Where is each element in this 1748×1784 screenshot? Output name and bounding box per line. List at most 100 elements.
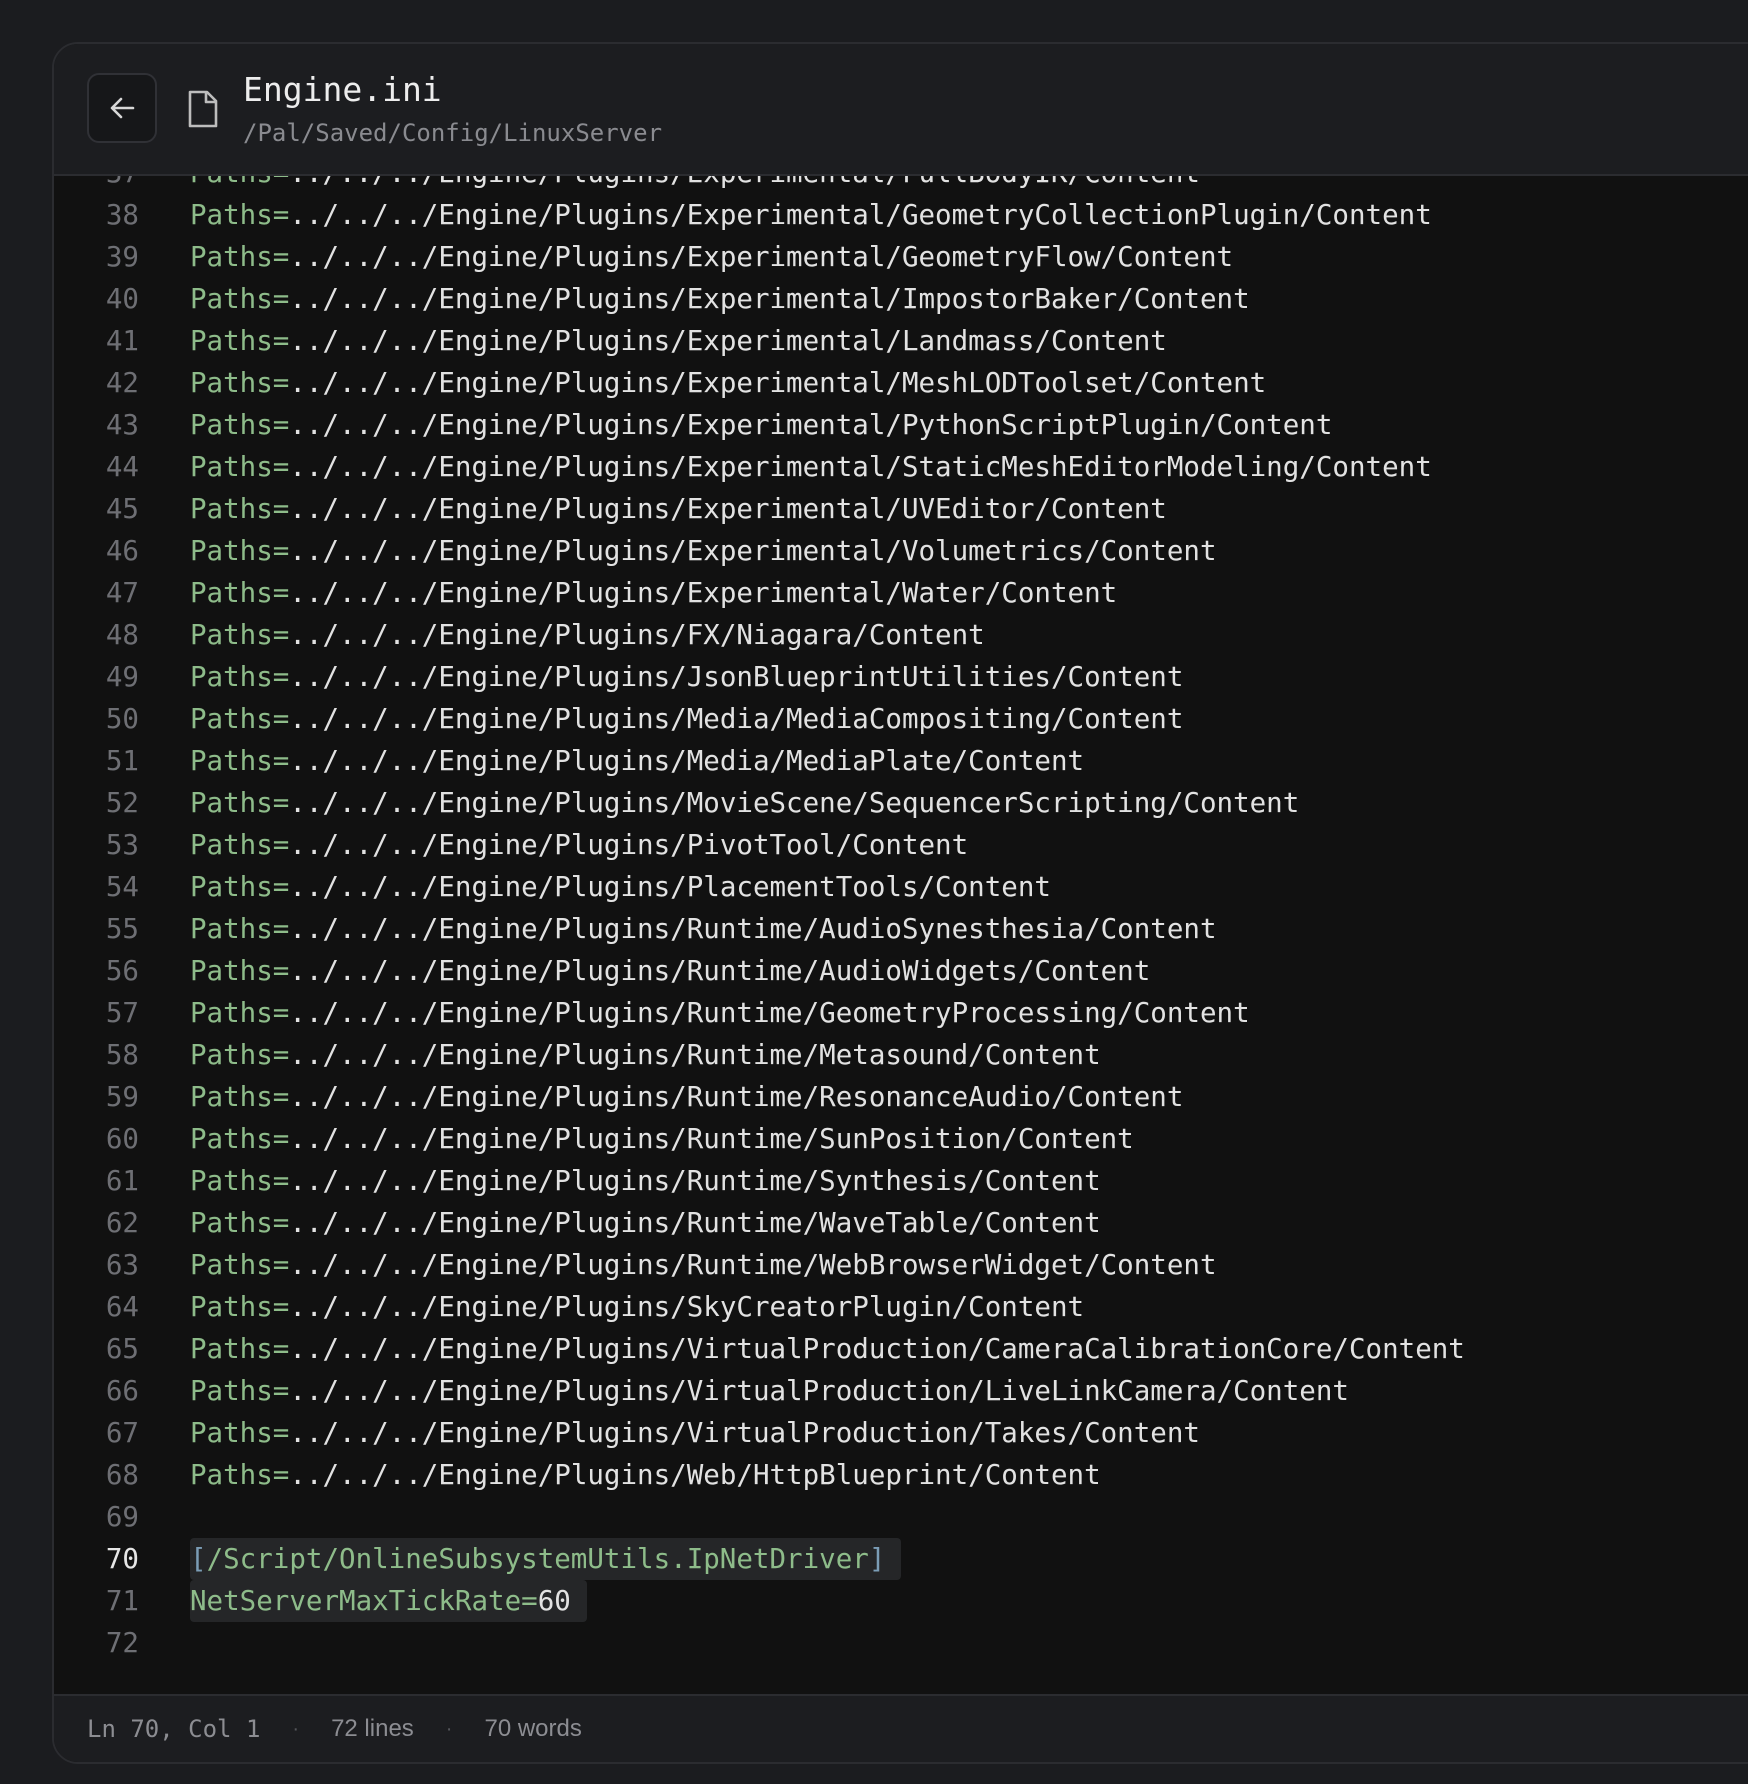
code-line[interactable]: 38 Paths=../../../Engine/Plugins/Experime… — [54, 194, 1748, 236]
config-value: ../../../Engine/Plugins/Experimental/Geo… — [289, 241, 1234, 273]
code-line[interactable]: 42 Paths=../../../Engine/Plugins/Experime… — [54, 362, 1748, 404]
code-line[interactable]: 52 Paths=../../../Engine/Plugins/MovieSce… — [54, 782, 1748, 824]
config-value: ../../../Engine/Plugins/Runtime/Synthesi… — [289, 1165, 1101, 1197]
code-line[interactable]: 70 [/Script/OnlineSubsystemUtils.IpNetDri… — [54, 1538, 1748, 1580]
config-key: Paths — [190, 955, 273, 987]
config-value: ../../../Engine/Plugins/Runtime/Geometry… — [289, 997, 1250, 1029]
config-value: ../../../Engine/Plugins/Experimental/UVE… — [289, 493, 1167, 525]
line-number: 60 — [105, 1123, 139, 1155]
code-line[interactable]: 54 Paths=../../../Engine/Plugins/Placemen… — [54, 866, 1748, 908]
code-line[interactable]: 53 Paths=../../../Engine/Plugins/PivotToo… — [54, 824, 1748, 866]
code-line[interactable]: 47 Paths=../../../Engine/Plugins/Experime… — [54, 572, 1748, 614]
code-line[interactable]: 59 Paths=../../../Engine/Plugins/Runtime/… — [54, 1076, 1748, 1118]
file-path: /Pal/Saved/Config/LinuxServer — [243, 119, 663, 147]
code-line[interactable]: 68 Paths=../../../Engine/Plugins/Web/Http… — [54, 1454, 1748, 1496]
equals-sign: = — [272, 745, 290, 777]
config-key: Paths — [190, 1459, 273, 1491]
config-value: ../../../Engine/Plugins/JsonBlueprintUti… — [289, 661, 1184, 693]
code-line[interactable]: 56 Paths=../../../Engine/Plugins/Runtime/… — [54, 950, 1748, 992]
code-line[interactable]: 62 Paths=../../../Engine/Plugins/Runtime/… — [54, 1202, 1748, 1244]
code-line[interactable]: 44 Paths=../../../Engine/Plugins/Experime… — [54, 446, 1748, 488]
code-line[interactable]: 39 Paths=../../../Engine/Plugins/Experime… — [54, 236, 1748, 278]
code-line[interactable]: 46 Paths=../../../Engine/Plugins/Experime… — [54, 530, 1748, 572]
line-content: Paths=../../../Engine/Plugins/Experiment… — [190, 194, 1432, 236]
equals-sign: = — [272, 241, 290, 273]
code-line[interactable]: 58 Paths=../../../Engine/Plugins/Runtime/… — [54, 1034, 1748, 1076]
line-content: Paths=../../../Engine/Plugins/Experiment… — [190, 446, 1432, 488]
config-key: Paths — [190, 409, 273, 441]
config-value: ../../../Engine/Plugins/SkyCreatorPlugin… — [289, 1291, 1085, 1323]
config-value: ../../../Engine/Plugins/Experimental/Pyt… — [289, 409, 1333, 441]
line-number: 37 — [74, 176, 139, 194]
code-line[interactable]: 65 Paths=../../../Engine/Plugins/VirtualP… — [54, 1328, 1748, 1370]
line-content: Paths=../../../Engine/Plugins/PlacementT… — [190, 866, 1051, 908]
line-content: Paths=../../../Engine/Plugins/FX/Niagara… — [190, 614, 985, 656]
line-number: 40 — [105, 283, 139, 315]
equals-sign: = — [272, 661, 290, 693]
editor-panel: Engine.ini /Pal/Saved/Config/LinuxServer… — [52, 42, 1748, 1764]
line-content: Paths=../../../Engine/Plugins/Media/Medi… — [190, 740, 1084, 782]
code-editor[interactable]: 37Paths=../../../Engine/Plugins/Experime… — [54, 176, 1748, 1740]
code-line[interactable]: 67 Paths=../../../Engine/Plugins/VirtualP… — [54, 1412, 1748, 1454]
section-bracket-open: [ — [190, 1543, 207, 1575]
line-number: 42 — [105, 367, 139, 399]
code-line[interactable]: 45 Paths=../../../Engine/Plugins/Experime… — [54, 488, 1748, 530]
config-value: ../../../Engine/Plugins/Experimental/Geo… — [289, 199, 1432, 231]
config-key: Paths — [190, 661, 273, 693]
back-button[interactable] — [87, 73, 157, 143]
line-number: 70 — [105, 1543, 139, 1575]
equals-sign: = — [272, 997, 290, 1029]
config-key: Paths — [190, 1375, 273, 1407]
config-value: ../../../Engine/Plugins/MovieScene/Seque… — [289, 787, 1300, 819]
line-content: Paths=../../../Engine/Plugins/Runtime/Su… — [190, 1118, 1134, 1160]
code-line[interactable]: 71 NetServerMaxTickRate=60 — [54, 1580, 1748, 1622]
line-number: 49 — [105, 661, 139, 693]
line-number: 59 — [105, 1081, 139, 1113]
code-line[interactable]: 49 Paths=../../../Engine/Plugins/JsonBlue… — [54, 656, 1748, 698]
code-line[interactable]: 50 Paths=../../../Engine/Plugins/Media/Me… — [54, 698, 1748, 740]
code-line[interactable]: 37 Paths=../../../Engine/Plugins/Experime… — [54, 176, 1748, 194]
code-line[interactable]: 40 Paths=../../../Engine/Plugins/Experime… — [54, 278, 1748, 320]
code-line[interactable]: 66 Paths=../../../Engine/Plugins/VirtualP… — [54, 1370, 1748, 1412]
config-key: Paths — [190, 241, 273, 273]
equals-sign: = — [272, 1039, 290, 1071]
code-line[interactable]: 64 Paths=../../../Engine/Plugins/SkyCreat… — [54, 1286, 1748, 1328]
config-key: Paths — [190, 829, 273, 861]
config-value: ../../../Engine/Plugins/Web/HttpBlueprin… — [289, 1459, 1101, 1491]
code-line[interactable]: 43 Paths=../../../Engine/Plugins/Experime… — [54, 404, 1748, 446]
config-key: Paths — [190, 1039, 273, 1071]
code-line[interactable]: 72 — [54, 1622, 1748, 1664]
line-number: 62 — [105, 1207, 139, 1239]
line-content: Paths=../../../Engine/Plugins/Runtime/Wa… — [190, 1202, 1101, 1244]
equals-sign: = — [272, 1207, 290, 1239]
editor-header: Engine.ini /Pal/Saved/Config/LinuxServer — [54, 44, 1748, 176]
line-number: 52 — [105, 787, 139, 819]
config-key: Paths — [190, 787, 273, 819]
code-line[interactable]: 51 Paths=../../../Engine/Plugins/Media/Me… — [54, 740, 1748, 782]
config-value: ../../../Engine/Plugins/Experimental/Lan… — [289, 325, 1167, 357]
config-key: Paths — [190, 913, 273, 945]
line-number: 61 — [105, 1165, 139, 1197]
line-number: 46 — [105, 535, 139, 567]
code-line[interactable]: 55 Paths=../../../Engine/Plugins/Runtime/… — [54, 908, 1748, 950]
equals-sign: = — [521, 1585, 538, 1617]
code-line[interactable]: 69 — [54, 1496, 1748, 1538]
code-line[interactable]: 57 Paths=../../../Engine/Plugins/Runtime/… — [54, 992, 1748, 1034]
config-key: Paths — [190, 1123, 273, 1155]
code-line[interactable]: 63 Paths=../../../Engine/Plugins/Runtime/… — [54, 1244, 1748, 1286]
line-number: 43 — [105, 409, 139, 441]
arrow-left-icon — [110, 97, 135, 119]
config-value: ../../../Engine/Plugins/Experimental/Ful… — [289, 176, 1200, 189]
config-key: Paths — [190, 997, 273, 1029]
line-number: 58 — [105, 1039, 139, 1071]
line-number: 39 — [105, 241, 139, 273]
code-line[interactable]: 48 Paths=../../../Engine/Plugins/FX/Niaga… — [54, 614, 1748, 656]
code-line[interactable]: 61 Paths=../../../Engine/Plugins/Runtime/… — [54, 1160, 1748, 1202]
line-number: 64 — [105, 1291, 139, 1323]
line-content: Paths=../../../Engine/Plugins/VirtualPro… — [190, 1412, 1200, 1454]
line-number: 47 — [105, 577, 139, 609]
code-line[interactable]: 41 Paths=../../../Engine/Plugins/Experime… — [54, 320, 1748, 362]
line-content: Paths=../../../Engine/Plugins/Runtime/We… — [190, 1244, 1217, 1286]
line-content: [/Script/OnlineSubsystemUtils.IpNetDrive… — [190, 1538, 902, 1580]
code-line[interactable]: 60 Paths=../../../Engine/Plugins/Runtime/… — [54, 1118, 1748, 1160]
